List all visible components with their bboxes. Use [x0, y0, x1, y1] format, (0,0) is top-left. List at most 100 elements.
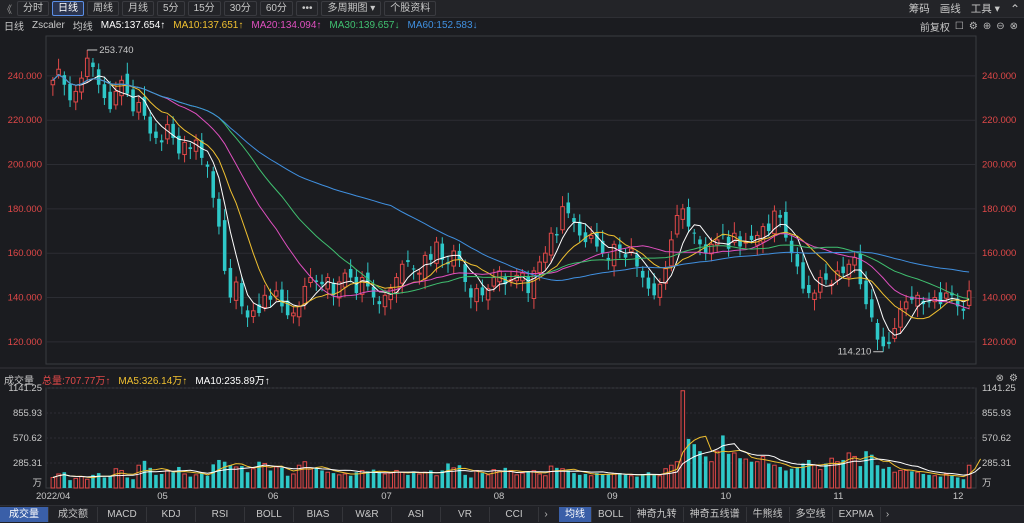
- ma-legend: 日线 Zscaler 均线 MA5:137.654↑ MA10:137.651↑…: [4, 18, 478, 33]
- period-button[interactable]: 15分: [187, 1, 221, 16]
- candle-body: [583, 232, 588, 243]
- volume-bar: [817, 469, 823, 489]
- period-buttons: 分时 日线 周线 月线 5分 15分 30分 60分 ••• 多周期图 ▾ 个股资料: [14, 1, 437, 16]
- period-button[interactable]: 多周期图 ▾: [321, 1, 382, 16]
- period-button[interactable]: 月线: [122, 1, 154, 16]
- volume-bar: [887, 466, 891, 488]
- candle-body: [846, 263, 852, 278]
- candle-body: [497, 270, 502, 283]
- minimize-panel-icon[interactable]: ⌃: [1010, 2, 1020, 16]
- candle-body: [308, 277, 313, 283]
- overlay-tab[interactable]: 牛熊线: [747, 507, 790, 522]
- volume-bar: [921, 473, 926, 488]
- candle-body: [411, 268, 416, 270]
- indicator-tab[interactable]: BIAS: [294, 507, 343, 522]
- draw-line-button[interactable]: 画线: [940, 1, 961, 16]
- period-button[interactable]: 30分: [223, 1, 257, 16]
- candle-body: [692, 232, 697, 234]
- volume-bar: [113, 468, 119, 489]
- chips-button[interactable]: 筹码: [909, 1, 930, 16]
- indicator-tab[interactable]: ASI: [392, 507, 441, 522]
- candle-body: [966, 290, 972, 306]
- volume-bar: [394, 469, 399, 489]
- volume-bar: [136, 464, 142, 489]
- volume-bar: [182, 473, 187, 489]
- candle-body: [108, 91, 112, 110]
- overlay-tab[interactable]: 均线: [559, 507, 592, 522]
- overlay-tab[interactable]: 多空线: [790, 507, 833, 522]
- candle-body: [377, 301, 382, 305]
- candle-body: [577, 221, 582, 236]
- zoom-in-icon[interactable]: ⊕: [983, 21, 991, 32]
- period-button[interactable]: •••: [295, 1, 319, 16]
- volume-bar: [399, 471, 405, 489]
- indicator-tab[interactable]: VR: [441, 507, 490, 522]
- settings-icon[interactable]: ⚙: [969, 21, 978, 32]
- period-button[interactable]: 周线: [87, 1, 119, 16]
- indicator-tab[interactable]: 成交量: [0, 507, 49, 522]
- volume-settings-icon[interactable]: ⚙: [1009, 373, 1018, 384]
- volume-bar: [320, 470, 324, 488]
- zoom-out-icon[interactable]: ⊖: [996, 21, 1004, 32]
- candle-body: [714, 239, 720, 246]
- volume-bar: [457, 465, 462, 488]
- period-button[interactable]: 分时: [17, 1, 49, 16]
- volume-bar: [171, 472, 175, 488]
- period-button[interactable]: 个股资料: [384, 1, 437, 16]
- ma20-line: [52, 74, 970, 310]
- candle-body: [331, 282, 336, 296]
- next-overlay-tabs-icon[interactable]: ›: [881, 509, 895, 520]
- collapse-icon[interactable]: ☐: [955, 21, 964, 32]
- volume-bar: [79, 476, 84, 489]
- volume-bar: [835, 461, 840, 489]
- tools-menu[interactable]: 工具 ▾: [971, 1, 1000, 16]
- close-icon[interactable]: ⊗: [1010, 21, 1018, 32]
- overlay-tab[interactable]: BOLL: [592, 507, 631, 522]
- period-button[interactable]: 5分: [157, 1, 185, 16]
- volume-bar: [703, 456, 708, 488]
- volume-bar: [915, 471, 920, 489]
- volume-bar: [910, 471, 914, 488]
- legend-ma-label[interactable]: 均线: [73, 18, 93, 33]
- indicator-tab[interactable]: KDJ: [147, 507, 196, 522]
- volume-bar: [766, 463, 771, 488]
- adjust-selector[interactable]: 前复权: [920, 19, 950, 34]
- volume-bar: [657, 475, 663, 489]
- candle-body: [359, 277, 365, 295]
- candle-body: [766, 223, 771, 232]
- indicator-tab[interactable]: MACD: [98, 507, 147, 522]
- candle-body: [406, 260, 410, 263]
- candle-body: [749, 235, 754, 240]
- period-button[interactable]: 60分: [259, 1, 293, 16]
- candle-body: [245, 310, 250, 318]
- candle-body: [177, 135, 181, 154]
- indicator-tab[interactable]: CCI: [490, 507, 539, 522]
- volume-close-icon[interactable]: ⊗: [996, 373, 1004, 384]
- volume-bar: [789, 468, 794, 488]
- overlay-tab[interactable]: 神奇九转: [631, 507, 684, 522]
- volume-bar: [406, 474, 410, 488]
- overlay-tab[interactable]: EXPMA: [833, 507, 881, 522]
- volume-bar: [474, 469, 479, 489]
- candle-body: [56, 68, 61, 76]
- back-icon[interactable]: 《: [0, 1, 14, 16]
- next-tabs-icon[interactable]: ›: [539, 509, 553, 520]
- volume-bar: [732, 452, 737, 489]
- indicator-tab[interactable]: BOLL: [245, 507, 294, 522]
- period-button[interactable]: 日线: [52, 1, 84, 16]
- indicator-tab[interactable]: 成交额: [49, 507, 98, 522]
- indicator-tabs-right: 均线 BOLL 神奇九转 神奇五线谱 牛熊线 多空线 EXPMA: [559, 507, 881, 522]
- volume-bar: [382, 473, 388, 489]
- candle-body: [394, 277, 399, 294]
- candle-body: [348, 268, 353, 278]
- volume-bar: [669, 464, 674, 489]
- indicator-tab[interactable]: RSI: [196, 507, 245, 522]
- candle-body: [50, 79, 56, 86]
- volume-bar: [325, 471, 331, 489]
- legend-symbol: Zscaler: [32, 19, 65, 31]
- indicator-tab[interactable]: W&R: [343, 507, 392, 522]
- overlay-tab[interactable]: 神奇五线谱: [684, 507, 747, 522]
- candlestick-chart: 240.000 220.000 200.000 180.000 160.000 140.0…: [0, 35, 1024, 502]
- volume-bar: [892, 471, 897, 489]
- candle-body: [531, 270, 537, 299]
